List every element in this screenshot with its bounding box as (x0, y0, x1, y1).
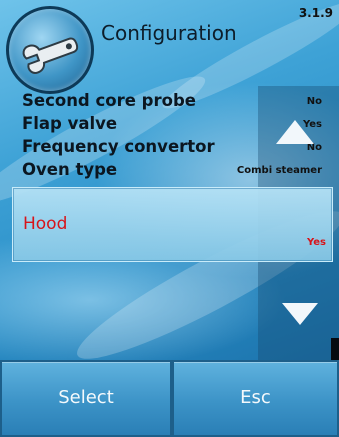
config-list: Second core probe No Flap valve Yes Freq… (0, 86, 339, 360)
list-item-label: Flap valve (22, 114, 118, 133)
wrench-icon (6, 6, 94, 94)
esc-button[interactable]: Esc (172, 360, 339, 437)
page-title: Configuration (101, 21, 237, 45)
list-item-label: Second core probe (22, 91, 196, 110)
arrow-down-icon[interactable] (282, 303, 318, 325)
selected-item-label: Hood (23, 214, 68, 234)
list-item[interactable]: Oven type Combi steamer (22, 160, 332, 184)
version-label: 3.1.9 (298, 6, 333, 20)
header: Configuration 3.1.9 (0, 0, 339, 94)
list-item[interactable]: Second core probe No (22, 91, 332, 115)
selected-item-value: Yes (306, 237, 326, 248)
select-button-label: Select (58, 387, 114, 408)
configuration-screen: Configuration 3.1.9 Second core probe No… (0, 0, 339, 437)
list-item-label: Oven type (22, 160, 118, 179)
edge-shadow (331, 338, 339, 362)
select-button[interactable]: Select (0, 360, 172, 437)
list-item-label: Frequency convertor (22, 137, 215, 156)
button-bar: Select Esc (0, 360, 339, 437)
list-item-value: Combi steamer (236, 165, 322, 176)
esc-button-label: Esc (240, 387, 271, 408)
arrow-up-icon[interactable] (276, 120, 314, 144)
list-item-value: No (306, 96, 322, 107)
selected-list-item[interactable]: Hood Yes (12, 187, 333, 262)
